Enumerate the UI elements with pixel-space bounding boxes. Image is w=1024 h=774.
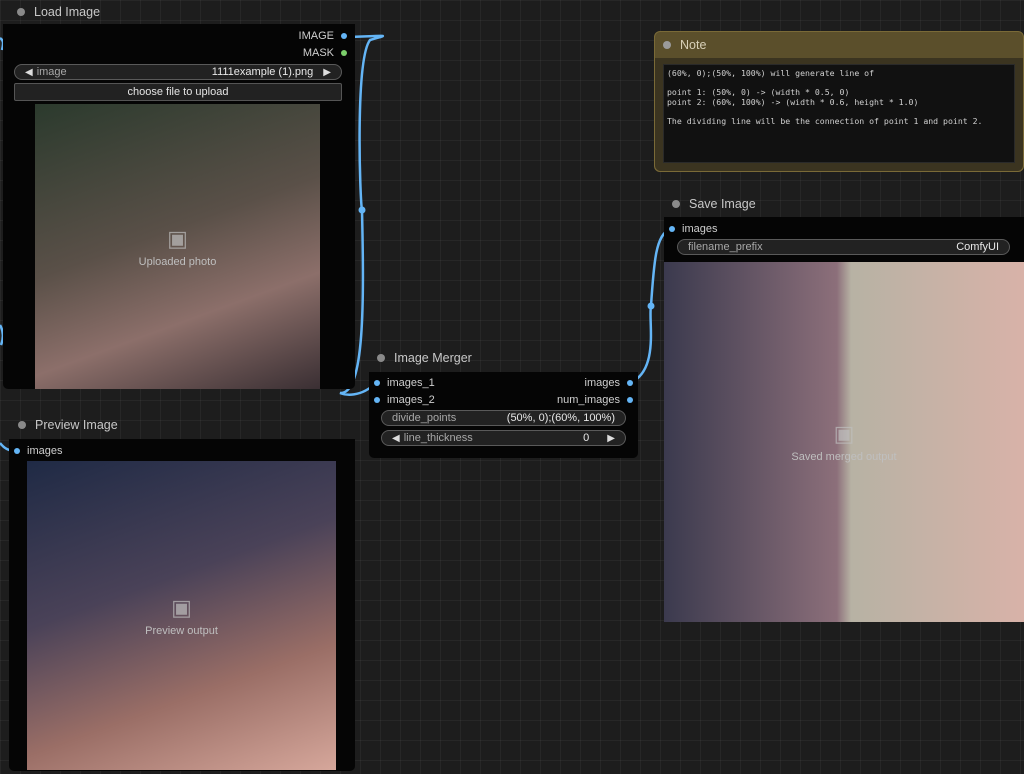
node-body: images_1 images_2 images num_images divi… <box>369 372 638 458</box>
save-image-node[interactable]: Save Image images filename_prefix ComfyU… <box>664 192 1024 622</box>
preview-image-node[interactable]: Preview Image images ▣ Preview output <box>9 413 355 771</box>
input-label: images_1 <box>387 377 435 389</box>
output-slot-image[interactable]: IMAGE <box>299 30 347 42</box>
note-node[interactable]: Note (60%, 0);(50%, 100%) will generate … <box>654 31 1024 172</box>
image-placeholder-label: Uploaded photo <box>138 255 217 268</box>
widget-value: 0 <box>583 432 590 444</box>
input-slot-images[interactable]: images <box>14 445 62 457</box>
input-label: images_2 <box>387 394 435 406</box>
output-label: IMAGE <box>298 30 334 42</box>
input-label: images <box>682 223 718 235</box>
arrow-right-icon[interactable]: ▶ <box>323 67 331 78</box>
node-body: images ▣ Preview output <box>9 439 355 771</box>
collapse-dot-icon[interactable] <box>663 41 671 49</box>
collapse-dot-icon[interactable] <box>672 200 680 208</box>
input-dot-icon[interactable] <box>374 380 380 386</box>
image-merger-node[interactable]: Image Merger images_1 images_2 images nu… <box>369 346 638 458</box>
node-title: Save Image <box>689 197 756 211</box>
input-label: images <box>27 445 63 457</box>
image-preview: ▣ Saved merged output <box>664 262 1024 622</box>
divide-points-field[interactable]: divide_points (50%, 0);(60%, 100%) <box>381 410 626 426</box>
node-title-bar[interactable]: Preview Image <box>9 413 355 437</box>
widget-label: divide_points <box>392 412 457 424</box>
collapse-dot-icon[interactable] <box>17 8 25 16</box>
node-body: IMAGE MASK ◀ image 1111example (1).png ▶… <box>3 24 355 389</box>
output-label: images <box>584 377 620 389</box>
image-combo-widget[interactable]: ◀ image 1111example (1).png ▶ <box>14 64 342 80</box>
node-title-bar[interactable]: Load Image <box>3 0 355 24</box>
image-placeholder-icon: ▣ <box>833 421 855 446</box>
output-slot-mask[interactable]: MASK <box>303 47 347 59</box>
image-preview: ▣ Uploaded photo <box>35 104 320 389</box>
upload-button[interactable]: choose file to upload <box>14 83 342 101</box>
image-placeholder-icon: ▣ <box>171 594 192 620</box>
image-placeholder-label: Preview output <box>145 624 218 637</box>
line-thickness-stepper[interactable]: ◀ line_thickness 0 ▶ <box>381 430 626 446</box>
input-dot-icon[interactable] <box>14 448 20 454</box>
node-body: images filename_prefix ComfyUI ▣ Saved m… <box>664 217 1024 622</box>
note-textarea[interactable]: (60%, 0);(50%, 100%) will generate line … <box>663 64 1015 163</box>
output-dot-icon[interactable] <box>341 33 347 39</box>
widget-value: ComfyUI <box>956 241 999 253</box>
node-title: Preview Image <box>35 418 118 432</box>
widget-label: filename_prefix <box>688 241 763 253</box>
node-title-bar[interactable]: Image Merger <box>369 346 638 370</box>
arrow-right-icon[interactable]: ▶ <box>607 433 615 444</box>
output-dot-icon[interactable] <box>627 397 633 403</box>
filename-prefix-field[interactable]: filename_prefix ComfyUI <box>677 239 1010 255</box>
arrow-left-icon[interactable]: ◀ <box>392 433 400 444</box>
image-placeholder-icon: ▣ <box>167 225 188 251</box>
widget-value: (50%, 0);(60%, 100%) <box>506 412 615 424</box>
image-preview: ▣ Preview output <box>27 461 336 770</box>
node-title-bar[interactable]: Save Image <box>664 192 1024 216</box>
node-title: Load Image <box>34 5 101 19</box>
collapse-dot-icon[interactable] <box>18 421 26 429</box>
wire-reroute-dot <box>647 302 655 310</box>
output-dot-icon[interactable] <box>627 380 633 386</box>
widget-label: image <box>36 66 67 78</box>
node-title-bar[interactable]: Note <box>655 32 1023 58</box>
load-image-node[interactable]: Load Image IMAGE MASK ◀ image 1111exampl… <box>3 0 355 389</box>
node-title: Image Merger <box>394 351 472 365</box>
input-slot-images[interactable]: images <box>669 223 717 235</box>
collapse-dot-icon[interactable] <box>377 354 385 362</box>
input-dot-icon[interactable] <box>669 226 675 232</box>
output-dot-icon[interactable] <box>341 50 347 56</box>
widget-value: 1111example (1).png <box>211 66 314 78</box>
output-label: MASK <box>302 47 334 59</box>
widget-label: line_thickness <box>403 432 473 444</box>
input-slot-images-1[interactable]: images_1 <box>374 377 435 389</box>
note-body: (60%, 0);(50%, 100%) will generate line … <box>655 58 1023 171</box>
input-slot-images-2[interactable]: images_2 <box>374 394 435 406</box>
input-dot-icon[interactable] <box>374 397 380 403</box>
node-title: Note <box>680 38 707 52</box>
output-slot-images[interactable]: images <box>585 377 633 389</box>
output-label: num_images <box>557 394 620 406</box>
output-slot-num-images[interactable]: num_images <box>557 394 633 406</box>
image-placeholder-label: Saved merged output <box>791 451 897 463</box>
wire-reroute-dot <box>358 206 366 214</box>
arrow-left-icon[interactable]: ◀ <box>25 67 33 78</box>
